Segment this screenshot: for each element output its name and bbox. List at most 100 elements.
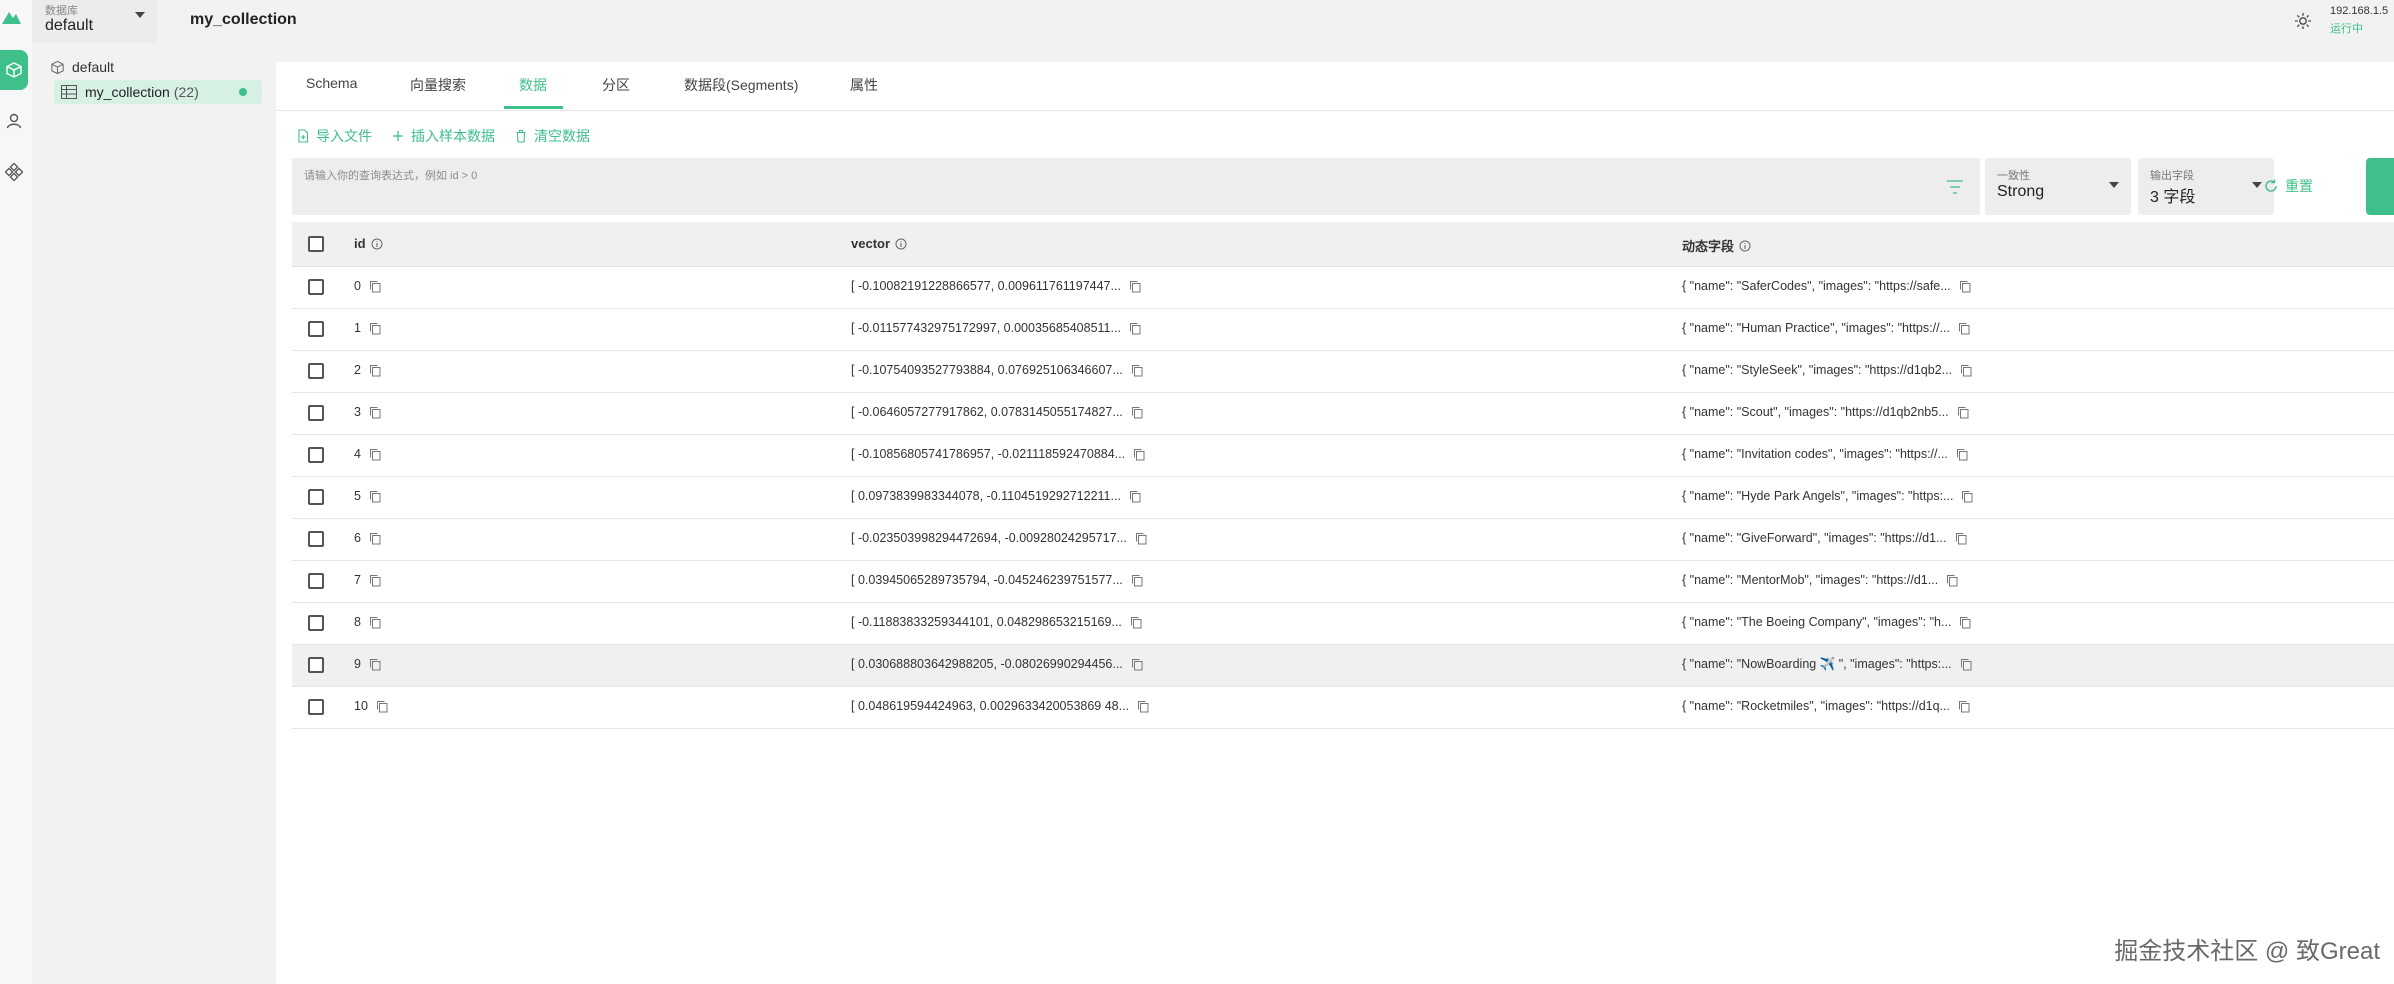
copy-icon[interactable] (369, 448, 381, 461)
tree-collection-item[interactable]: my_collection (22) (54, 80, 262, 104)
copy-icon[interactable] (369, 490, 381, 503)
copy-icon[interactable] (1955, 532, 1967, 545)
table-row[interactable]: 0 [ -0.10082191228866577, 0.0096117611974… (292, 267, 2394, 309)
row-checkbox[interactable] (308, 699, 324, 715)
column-header-dynamic[interactable]: 动态字段 (1682, 236, 1751, 255)
table-row[interactable]: 10 [ 0.048619594424963, 0.002963342005386… (292, 687, 2394, 729)
row-checkbox[interactable] (308, 405, 324, 421)
row-checkbox[interactable] (308, 447, 324, 463)
vector-value: [ 0.0973839983344078, -0.110451929271221… (851, 489, 1121, 503)
vector-cell: [ -0.10754093527793884, 0.07692510634660… (851, 363, 1143, 377)
copy-icon[interactable] (376, 700, 388, 713)
copy-icon[interactable] (1130, 616, 1142, 629)
tab-vector-search[interactable]: 向量搜索 (410, 75, 466, 95)
theme-toggle-icon[interactable] (2294, 12, 2312, 30)
copy-icon[interactable] (369, 322, 381, 335)
vector-cell: [ -0.011577432975172997, 0.0003568540851… (851, 321, 1141, 335)
row-checkbox[interactable] (308, 573, 324, 589)
milvus-logo-icon[interactable] (0, 6, 22, 28)
row-checkbox[interactable] (308, 279, 324, 295)
table-row[interactable]: 8 [ -0.11883833259344101, 0.0482986532151… (292, 603, 2394, 645)
dynamic-field-value: { "name": "Rocketmiles", "images": "http… (1682, 699, 1950, 713)
copy-icon[interactable] (1946, 574, 1958, 587)
table-row[interactable]: 5 [ 0.0973839983344078, -0.11045192927122… (292, 477, 2394, 519)
query-input[interactable]: 请输入你的查询表达式，例如 id > 0 (292, 158, 1980, 215)
table-row[interactable]: 9 [ 0.030688803642988205, -0.080269902944… (292, 645, 2394, 687)
copy-icon[interactable] (1960, 364, 1972, 377)
copy-icon[interactable] (1956, 448, 1968, 461)
copy-icon[interactable] (1135, 532, 1147, 545)
tree-database-node[interactable]: default (50, 59, 114, 75)
nav-user-icon[interactable] (0, 101, 28, 141)
row-checkbox[interactable] (308, 321, 324, 337)
copy-icon[interactable] (369, 280, 381, 293)
collection-tree: default my_collection (22) (32, 43, 270, 984)
vector-cell: [ -0.023503998294472694, -0.009280242957… (851, 531, 1147, 545)
nav-system-icon[interactable] (0, 152, 28, 192)
dynamic-field-cell: { "name": "Hyde Park Angels", "images": … (1682, 489, 1973, 503)
copy-icon[interactable] (369, 658, 381, 671)
select-all-checkbox[interactable] (308, 236, 324, 252)
vector-value: [ -0.011577432975172997, 0.0003568540851… (851, 321, 1121, 335)
row-checkbox[interactable] (308, 363, 324, 379)
copy-icon[interactable] (1957, 406, 1969, 419)
table-row[interactable]: 2 [ -0.10754093527793884, 0.0769251063466… (292, 351, 2394, 393)
column-header-vector[interactable]: vector (851, 236, 907, 251)
insert-sample-button[interactable]: 插入样本数据 (391, 126, 495, 146)
vector-cell: [ -0.0646057277917862, 0.078314505517482… (851, 405, 1143, 419)
reset-button[interactable]: 重置 (2263, 176, 2313, 196)
copy-icon[interactable] (1961, 490, 1973, 503)
copy-icon[interactable] (1958, 322, 1970, 335)
vector-value: [ 0.03945065289735794, -0.04524623975157… (851, 573, 1123, 587)
copy-icon[interactable] (369, 406, 381, 419)
copy-icon[interactable] (1131, 406, 1143, 419)
copy-icon[interactable] (1129, 322, 1141, 335)
tab-data[interactable]: 数据 (519, 75, 547, 95)
tab-schema[interactable]: Schema (306, 75, 357, 91)
copy-icon[interactable] (1131, 364, 1143, 377)
column-header-id[interactable]: id (354, 236, 383, 251)
copy-icon[interactable] (1959, 280, 1971, 293)
copy-icon[interactable] (1958, 700, 1970, 713)
database-select[interactable]: 数据库 default (32, 0, 157, 43)
page-title: my_collection (190, 11, 297, 28)
table-row[interactable]: 3 [ -0.0646057277917862, 0.07831450551748… (292, 393, 2394, 435)
row-checkbox[interactable] (308, 489, 324, 505)
consistency-select[interactable]: 一致性 Strong (1985, 158, 2131, 215)
filter-icon[interactable] (1946, 179, 1964, 195)
output-fields-select[interactable]: 输出字段 3 字段 (2138, 158, 2274, 215)
copy-icon[interactable] (1131, 658, 1143, 671)
tab-properties[interactable]: 属性 (850, 75, 878, 95)
table-row[interactable]: 7 [ 0.03945065289735794, -0.0452462397515… (292, 561, 2394, 603)
copy-icon[interactable] (1959, 616, 1971, 629)
table-row[interactable]: 6 [ -0.023503998294472694, -0.00928024295… (292, 519, 2394, 561)
id-cell: 9 (354, 657, 381, 671)
vector-cell: [ 0.030688803642988205, -0.0802699029445… (851, 657, 1143, 671)
tab-segments[interactable]: 数据段(Segments) (684, 75, 798, 95)
id-cell: 1 (354, 321, 381, 335)
table-row[interactable]: 1 [ -0.011577432975172997, 0.000356854085… (292, 309, 2394, 351)
copy-icon[interactable] (369, 574, 381, 587)
copy-icon[interactable] (1960, 658, 1972, 671)
row-checkbox[interactable] (308, 657, 324, 673)
query-button[interactable] (2366, 158, 2394, 215)
copy-icon[interactable] (369, 616, 381, 629)
copy-icon[interactable] (1129, 280, 1141, 293)
tab-bar: Schema 向量搜索 数据 分区 数据段(Segments) 属性 (276, 62, 2394, 111)
id-cell: 4 (354, 447, 381, 461)
table-row[interactable]: 4 [ -0.10856805741786957, -0.021118592470… (292, 435, 2394, 477)
clear-data-button[interactable]: 清空数据 (514, 126, 590, 146)
tab-partitions[interactable]: 分区 (602, 75, 630, 95)
row-checkbox[interactable] (308, 615, 324, 631)
copy-icon[interactable] (1133, 448, 1145, 461)
copy-icon[interactable] (369, 364, 381, 377)
import-file-button[interactable]: 导入文件 (296, 126, 372, 146)
row-checkbox[interactable] (308, 531, 324, 547)
dynamic-field-cell: { "name": "Rocketmiles", "images": "http… (1682, 699, 1970, 713)
copy-icon[interactable] (369, 532, 381, 545)
copy-icon[interactable] (1129, 490, 1141, 503)
dynamic-field-cell: { "name": "Invitation codes", "images": … (1682, 447, 1968, 461)
copy-icon[interactable] (1131, 574, 1143, 587)
copy-icon[interactable] (1137, 700, 1149, 713)
nav-collections-icon[interactable] (0, 50, 28, 90)
